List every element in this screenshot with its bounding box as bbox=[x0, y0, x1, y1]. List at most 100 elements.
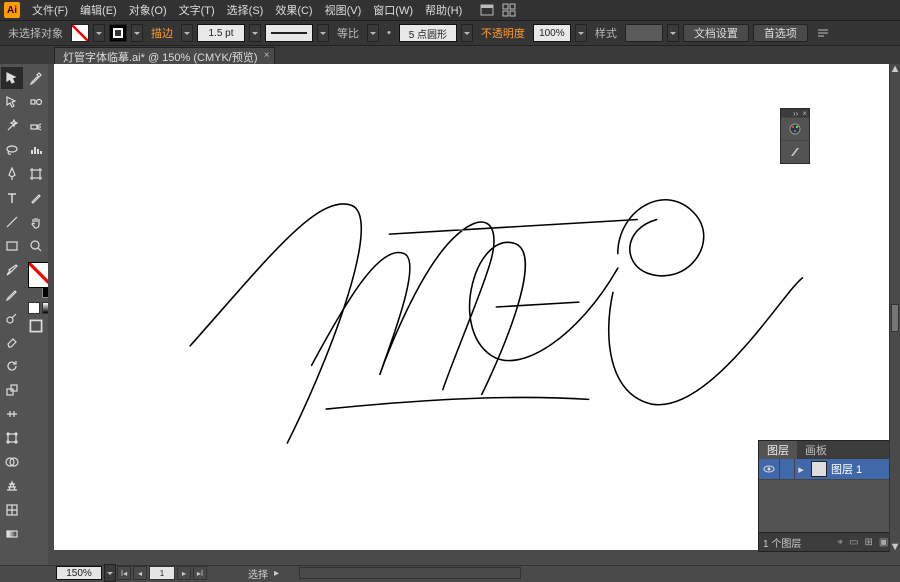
opacity-dropdown[interactable] bbox=[575, 24, 587, 42]
shape-builder-tool[interactable] bbox=[1, 451, 23, 473]
artboard-tool[interactable] bbox=[25, 163, 47, 185]
last-artboard-button[interactable]: ▸I bbox=[193, 566, 207, 580]
artboard-canvas[interactable]: ››× 图层 画板 ≡ ▸ 图层 1 bbox=[54, 64, 890, 550]
pencil-tool[interactable] bbox=[1, 283, 23, 305]
gradient-tool[interactable] bbox=[1, 523, 23, 545]
mini-panel-graphic-styles-icon[interactable] bbox=[781, 140, 809, 163]
eyedropper-tool[interactable] bbox=[25, 67, 47, 89]
scroll-up-arrow[interactable]: ▲ bbox=[890, 64, 900, 74]
control-extra-icon[interactable] bbox=[816, 26, 830, 40]
rectangle-tool[interactable] bbox=[1, 235, 23, 257]
free-transform-tool[interactable] bbox=[1, 427, 23, 449]
tab-layers[interactable]: 图层 bbox=[759, 441, 797, 459]
stroke-label[interactable]: 描边 bbox=[147, 25, 177, 41]
layer-row[interactable]: ▸ 图层 1 bbox=[759, 459, 900, 480]
locate-layer-icon[interactable]: ⌖ bbox=[837, 537, 843, 548]
vertical-scrollbar[interactable]: ▲ ▼ bbox=[889, 64, 900, 552]
floating-mini-panel[interactable]: ›› × bbox=[780, 108, 810, 164]
menu-file[interactable]: 文件(F) bbox=[26, 2, 74, 18]
magic-wand-tool[interactable] bbox=[1, 115, 23, 137]
layer-name[interactable]: 图层 1 bbox=[831, 461, 862, 477]
stroke-swatch[interactable] bbox=[109, 24, 127, 42]
menu-effect[interactable]: 效果(C) bbox=[269, 2, 318, 18]
close-tab-icon[interactable]: × bbox=[264, 50, 270, 61]
first-artboard-button[interactable]: I◂ bbox=[117, 566, 131, 580]
mesh-tool[interactable] bbox=[1, 499, 23, 521]
paintbrush-tool[interactable] bbox=[1, 259, 23, 281]
graphic-style-swatch[interactable] bbox=[625, 24, 663, 42]
eraser-tool[interactable] bbox=[1, 331, 23, 353]
artboard-number-input[interactable]: 1 bbox=[149, 566, 175, 580]
type-tool[interactable] bbox=[1, 187, 23, 209]
stroke-weight-input[interactable]: 1.5 pt bbox=[197, 24, 245, 42]
stroke-weight-dropdown[interactable] bbox=[249, 24, 261, 42]
fill-swatch[interactable] bbox=[71, 24, 89, 42]
new-layer-icon[interactable]: ▣ bbox=[879, 537, 888, 548]
zoom-level-input[interactable]: 150% bbox=[56, 566, 102, 580]
collapse-icon[interactable]: ›› bbox=[793, 109, 798, 118]
column-graph-tool[interactable] bbox=[25, 139, 47, 161]
fill-dropdown[interactable] bbox=[93, 24, 105, 42]
mini-panel-appearance-icon[interactable] bbox=[781, 117, 809, 140]
stroke-weight-stepper[interactable] bbox=[181, 24, 193, 42]
width-tool[interactable] bbox=[1, 403, 23, 425]
next-artboard-button[interactable]: ▸ bbox=[177, 566, 191, 580]
tab-artboards[interactable]: 画板 bbox=[797, 441, 835, 459]
blob-brush-tool[interactable] bbox=[1, 307, 23, 329]
new-sublayer-icon[interactable]: ⊞ bbox=[864, 537, 872, 548]
document-setup-button[interactable]: 文档设置 bbox=[683, 24, 749, 42]
arrange-icon[interactable] bbox=[502, 3, 516, 17]
menu-edit[interactable]: 编辑(E) bbox=[74, 2, 123, 18]
preferences-button[interactable]: 首选项 bbox=[753, 24, 808, 42]
stroke-dropdown[interactable] bbox=[131, 24, 143, 42]
screen-mode-normal[interactable] bbox=[29, 319, 43, 333]
opacity-label[interactable]: 不透明度 bbox=[477, 25, 529, 41]
style-label: 样式 bbox=[591, 25, 621, 41]
opacity-input[interactable]: 100% bbox=[533, 24, 571, 42]
menu-object[interactable]: 对象(O) bbox=[123, 2, 173, 18]
menu-type[interactable]: 文字(T) bbox=[173, 2, 221, 18]
layers-panel[interactable]: 图层 画板 ≡ ▸ 图层 1 1 个图层 ⌖ ▭ bbox=[758, 440, 900, 552]
stroke-profile-dropdown[interactable] bbox=[317, 24, 329, 42]
bridge-icon[interactable] bbox=[480, 3, 494, 17]
status-dropdown-icon[interactable]: ▸ bbox=[274, 568, 279, 579]
selection-tool[interactable] bbox=[1, 67, 23, 89]
scroll-down-arrow[interactable]: ▼ bbox=[890, 542, 900, 552]
pen-tool[interactable] bbox=[1, 163, 23, 185]
color-mode-solid[interactable] bbox=[28, 302, 40, 314]
line-tool[interactable] bbox=[1, 211, 23, 233]
brush-definition[interactable]: 5 点圆形 bbox=[399, 24, 457, 42]
blend-tool[interactable] bbox=[25, 91, 47, 113]
prev-artboard-button[interactable]: ◂ bbox=[133, 566, 147, 580]
make-clip-icon[interactable]: ▭ bbox=[849, 537, 858, 548]
zoom-tool[interactable] bbox=[25, 235, 47, 257]
selection-status: 未选择对象 bbox=[4, 25, 67, 41]
close-icon[interactable]: × bbox=[802, 109, 807, 118]
rotate-tool[interactable] bbox=[1, 355, 23, 377]
menu-help[interactable]: 帮助(H) bbox=[419, 2, 468, 18]
perspective-grid-tool[interactable] bbox=[1, 475, 23, 497]
visibility-toggle-icon[interactable] bbox=[759, 459, 780, 479]
status-bar: 150% I◂ ◂ 1 ▸ ▸I 选择 ▸ bbox=[0, 565, 900, 580]
brush-dropdown[interactable] bbox=[461, 24, 473, 42]
menu-view[interactable]: 视图(V) bbox=[319, 2, 368, 18]
horizontal-scrollbar[interactable] bbox=[299, 567, 521, 579]
scroll-thumb[interactable] bbox=[891, 304, 899, 332]
zoom-dropdown[interactable] bbox=[104, 564, 116, 582]
uniform-dropdown[interactable] bbox=[367, 24, 379, 42]
document-tab-title: 灯管字体临摹.ai* @ 150% (CMYK/预览) bbox=[63, 49, 258, 65]
layer-thumbnail bbox=[811, 461, 827, 477]
scale-tool[interactable] bbox=[1, 379, 23, 401]
direct-selection-tool[interactable] bbox=[1, 91, 23, 113]
lasso-tool[interactable] bbox=[1, 139, 23, 161]
menu-window[interactable]: 窗口(W) bbox=[367, 2, 419, 18]
menu-select[interactable]: 选择(S) bbox=[221, 2, 270, 18]
mini-panel-header[interactable]: ›› × bbox=[781, 109, 809, 117]
symbol-sprayer-tool[interactable] bbox=[25, 115, 47, 137]
stroke-profile-line[interactable] bbox=[265, 24, 313, 42]
lock-toggle[interactable] bbox=[780, 459, 795, 479]
slice-tool[interactable] bbox=[25, 187, 47, 209]
style-dropdown[interactable] bbox=[667, 24, 679, 42]
hand-tool[interactable] bbox=[25, 211, 47, 233]
disclosure-triangle-icon[interactable]: ▸ bbox=[795, 463, 807, 476]
